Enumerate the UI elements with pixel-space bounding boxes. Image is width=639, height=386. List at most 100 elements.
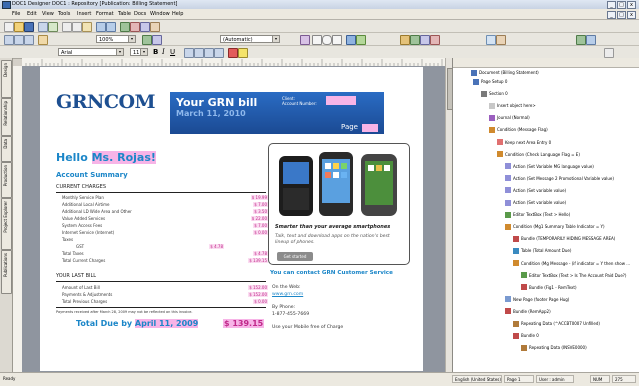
tree-node[interactable]: Editor TextBox (Text > Is The Account Pa…	[521, 272, 626, 279]
charge-subvalue-field[interactable]: $ 4.78	[209, 244, 224, 249]
tab-production[interactable]: Production	[1, 162, 12, 198]
tree-node[interactable]: Condition (Mg Message - (if indicator = …	[513, 260, 630, 267]
publish-icon[interactable]	[576, 35, 586, 45]
tree-node[interactable]: Insert object here>	[489, 102, 536, 109]
tree-node[interactable]: Bundle 0	[513, 332, 539, 339]
tree-node[interactable]: Keep next Area Entry 0	[497, 139, 551, 146]
menu-edit[interactable]: Edit	[27, 11, 37, 17]
get-started-button[interactable]: Get started	[277, 252, 313, 261]
tab-design[interactable]: Design	[1, 60, 12, 98]
italic-button[interactable]: I	[162, 48, 165, 56]
tree-node[interactable]: Action (Set variable value)	[505, 199, 566, 206]
align-right-icon[interactable]	[24, 35, 34, 45]
style-select[interactable]: (Automatic) ▾	[220, 35, 280, 43]
image-icon[interactable]	[150, 22, 160, 32]
options-icon[interactable]	[604, 48, 614, 58]
frame-icon[interactable]	[140, 22, 150, 32]
total-due-amount[interactable]: $ 139.15	[223, 319, 265, 328]
indent-icon[interactable]	[204, 48, 214, 58]
align-center-icon[interactable]	[14, 35, 24, 45]
last-bill-value-field[interactable]: $ 0.00	[253, 299, 268, 304]
condition-tool-icon[interactable]	[410, 35, 420, 45]
outdent-icon[interactable]	[214, 48, 224, 58]
tree-node[interactable]: Bundle (RemApp2)	[505, 308, 551, 315]
charge-value-field[interactable]: $ 7.00	[253, 223, 268, 228]
copy-icon[interactable]	[72, 22, 82, 32]
page-tool-icon[interactable]	[486, 35, 496, 45]
open-icon[interactable]	[14, 22, 24, 32]
bill-page[interactable]: GRNCOM Your GRN bill March 11, 2010 Clie…	[40, 67, 423, 371]
shape-icon[interactable]	[300, 35, 310, 45]
maximize-button[interactable]: □	[617, 1, 626, 9]
tree-node[interactable]: Bundle (TEMPORARILY HIDING MESSAGE AREA)	[513, 235, 615, 242]
menu-view[interactable]: View	[42, 11, 54, 17]
tree-node[interactable]: Editor TextBox (Text > Hello)	[505, 211, 570, 218]
last-bill-value-field[interactable]: $ 152.00	[248, 285, 268, 290]
tree-node[interactable]: Action (Set Variable MG language value)	[505, 163, 594, 170]
charge-value-field[interactable]: $ 7.00	[253, 202, 268, 207]
tree-node[interactable]: Table (Total Amount Due)	[513, 247, 571, 254]
cut-icon[interactable]	[62, 22, 72, 32]
tab-relationship[interactable]: Relationship	[1, 98, 12, 136]
bullets-icon[interactable]	[184, 48, 194, 58]
menu-window[interactable]: Window	[150, 11, 170, 17]
tree-node[interactable]: Repeating Data (INSVE0000)	[521, 344, 587, 351]
charge-value-field[interactable]: $ 3.50	[253, 209, 268, 214]
tree-node[interactable]: Repeating Data (^ACCBT0007 Unfilled)	[513, 320, 600, 327]
page-number-field[interactable]	[362, 124, 378, 132]
tree-node[interactable]: Condition (Mg1 Summary Table Indicator =…	[505, 223, 605, 230]
rectangle-icon[interactable]	[312, 35, 322, 45]
preview-icon[interactable]	[48, 22, 58, 32]
charge-value-field[interactable]: $ 19.99	[250, 195, 268, 200]
menu-insert[interactable]: Insert	[77, 11, 91, 17]
font-select[interactable]: Arial ▾	[58, 48, 124, 56]
menu-table[interactable]: Table	[118, 11, 131, 17]
new-icon[interactable]	[4, 22, 14, 32]
menu-tools[interactable]: Tools	[58, 11, 70, 17]
tree-node[interactable]: Page Setup 0	[473, 78, 507, 85]
tree-root[interactable]: Document (Billing Statement)	[471, 69, 539, 76]
fill-color-icon[interactable]	[238, 48, 248, 58]
charge-value-field[interactable]: $ 4.78	[253, 251, 268, 256]
variable-icon[interactable]	[400, 35, 410, 45]
tree-node[interactable]: Action (Set variable value)	[505, 187, 566, 194]
document-canvas[interactable]: GRNCOM Your GRN bill March 11, 2010 Clie…	[22, 66, 445, 372]
fit-page-icon[interactable]	[142, 35, 152, 45]
action-tool-icon[interactable]	[420, 35, 430, 45]
highlight-icon[interactable]	[38, 35, 48, 45]
ellipse-icon[interactable]	[322, 35, 332, 45]
tab-data[interactable]: Data	[1, 136, 12, 162]
tree-node[interactable]: Bundle (Fig1 - RemText)	[521, 284, 577, 291]
web-link[interactable]: www.grn.com	[272, 292, 303, 297]
tree-node[interactable]: New Page (footer Page Hug)	[505, 296, 569, 303]
chart-icon[interactable]	[346, 35, 356, 45]
tab-project-explorer[interactable]: Project Explorer	[1, 198, 12, 250]
tree-node[interactable]: Condition (Message Flag)	[489, 126, 548, 133]
charge-value-field[interactable]: $ 0.00	[253, 230, 268, 235]
grid-icon[interactable]	[120, 22, 130, 32]
numbering-icon[interactable]	[194, 48, 204, 58]
underline-button[interactable]: U	[170, 48, 175, 56]
barcode-icon[interactable]	[356, 35, 366, 45]
total-due-date-field[interactable]: April 11, 2009	[134, 319, 199, 328]
font-size-select[interactable]: 11 ▾	[130, 48, 148, 56]
client-field[interactable]	[326, 96, 356, 105]
doc-close-button[interactable]: x	[627, 11, 636, 19]
menu-docs[interactable]: Docs	[134, 11, 146, 17]
bundle-tool-icon[interactable]	[430, 35, 440, 45]
phone-ad[interactable]: Smarter than your average smartphones Ta…	[268, 143, 410, 265]
redo-icon[interactable]	[106, 22, 116, 32]
menu-file[interactable]: File	[12, 11, 20, 17]
repeat-tool-icon[interactable]	[496, 35, 506, 45]
validate-icon[interactable]	[586, 35, 596, 45]
save-icon[interactable]	[24, 22, 34, 32]
close-button[interactable]: x	[627, 1, 636, 9]
charge-value-field[interactable]: $ 22.00	[250, 216, 268, 221]
print-icon[interactable]	[38, 22, 48, 32]
last-bill-value-field[interactable]: $ 152.00	[248, 292, 268, 297]
menu-help[interactable]: Help	[172, 11, 183, 17]
line-icon[interactable]	[332, 35, 342, 45]
tree-node[interactable]: Section 0	[481, 90, 508, 97]
tree-node[interactable]: Action (Set Message 2 Promotional Variab…	[505, 175, 614, 182]
tree-node[interactable]: Condition (Check Language Flag = E)	[497, 151, 580, 158]
